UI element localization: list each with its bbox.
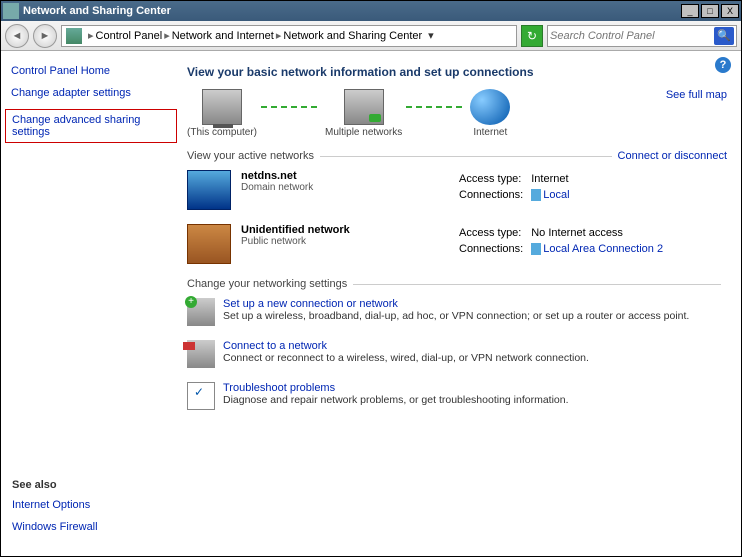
minimize-button[interactable]: _ <box>681 4 699 18</box>
domain-network-icon <box>187 170 231 210</box>
maximize-button[interactable]: □ <box>701 4 719 18</box>
search-box[interactable]: 🔍 <box>547 25 737 47</box>
connection-link[interactable]: Local Area Connection 2 <box>543 243 663 255</box>
network-type: Domain network <box>241 182 313 193</box>
help-icon[interactable]: ? <box>715 57 731 73</box>
sidebar-home-link[interactable]: Control Panel Home <box>11 65 171 77</box>
internet-label: Internet <box>470 127 510 138</box>
see-also-heading: See also <box>12 479 98 491</box>
active-networks-heading: View your active networks <box>187 150 314 162</box>
refresh-button[interactable]: ↻ <box>521 25 543 47</box>
access-type-label: Access type: <box>459 226 529 240</box>
this-computer-icon[interactable] <box>202 89 242 125</box>
sidebar-adapter-link[interactable]: Change adapter settings <box>11 87 171 99</box>
network-map: (This computer) Multiple networks Intern… <box>187 89 510 138</box>
page-title: View your basic network information and … <box>187 65 727 79</box>
breadcrumb-icon <box>66 28 82 44</box>
this-computer-label: (This computer) <box>187 127 257 138</box>
connect-network-icon <box>187 340 215 368</box>
access-type-value: No Internet access <box>531 226 669 240</box>
breadcrumb[interactable]: ▸ Control Panel ▸ Network and Internet ▸… <box>61 25 517 47</box>
network-entry: Unidentified network Public network Acce… <box>187 224 727 264</box>
window-title: Network and Sharing Center <box>23 5 681 17</box>
see-also: See also Internet Options Windows Firewa… <box>12 479 98 543</box>
connections-label: Connections: <box>459 242 529 256</box>
access-type-label: Access type: <box>459 172 529 186</box>
search-icon[interactable]: 🔍 <box>714 27 734 45</box>
task-title[interactable]: Set up a new connection or network <box>223 298 689 310</box>
close-button[interactable]: X <box>721 4 739 18</box>
task-title[interactable]: Connect to a network <box>223 340 589 352</box>
troubleshoot-icon <box>187 382 215 410</box>
task-connect-network[interactable]: Connect to a network Connect or reconnec… <box>187 340 727 368</box>
network-type: Public network <box>241 236 350 247</box>
task-setup-connection[interactable]: Set up a new connection or network Set u… <box>187 298 727 326</box>
connect-disconnect-link[interactable]: Connect or disconnect <box>618 150 727 162</box>
forward-button[interactable]: ► <box>33 24 57 48</box>
navbar: ◄ ► ▸ Control Panel ▸ Network and Intern… <box>1 21 741 51</box>
back-button[interactable]: ◄ <box>5 24 29 48</box>
adapter-icon <box>531 243 541 255</box>
see-also-internet-options[interactable]: Internet Options <box>12 499 98 511</box>
breadcrumb-item[interactable]: Network and Sharing Center <box>283 30 422 42</box>
map-link-line <box>406 106 466 108</box>
adapter-icon <box>531 189 541 201</box>
access-type-value: Internet <box>531 172 575 186</box>
breadcrumb-item[interactable]: Control Panel <box>96 30 163 42</box>
task-title[interactable]: Troubleshoot problems <box>223 382 569 394</box>
task-troubleshoot[interactable]: Troubleshoot problems Diagnose and repai… <box>187 382 727 410</box>
see-full-map-link[interactable]: See full map <box>666 89 727 101</box>
breadcrumb-item[interactable]: Network and Internet <box>172 30 274 42</box>
breadcrumb-dropdown[interactable]: ▾ <box>424 29 438 42</box>
sidebar-sharing-link[interactable]: Change advanced sharing settings <box>5 109 177 143</box>
titlebar: Network and Sharing Center _ □ X <box>1 1 741 21</box>
task-desc: Diagnose and repair network problems, or… <box>223 394 569 406</box>
sidebar: Control Panel Home Change adapter settin… <box>1 51 181 556</box>
map-link-line <box>261 106 321 108</box>
public-network-icon <box>187 224 231 264</box>
setup-connection-icon <box>187 298 215 326</box>
app-icon <box>3 3 19 19</box>
main-panel: ? View your basic network information an… <box>181 51 741 556</box>
connection-link[interactable]: Local <box>543 189 569 201</box>
task-desc: Connect or reconnect to a wireless, wire… <box>223 352 589 364</box>
search-input[interactable] <box>550 30 714 42</box>
connections-label: Connections: <box>459 188 529 202</box>
task-desc: Set up a wireless, broadband, dial-up, a… <box>223 310 689 322</box>
multiple-networks-label: Multiple networks <box>325 127 402 138</box>
network-name: Unidentified network <box>241 224 350 236</box>
change-settings-heading: Change your networking settings <box>187 278 347 290</box>
network-name: netdns.net <box>241 170 313 182</box>
internet-icon[interactable] <box>470 89 510 125</box>
multiple-networks-icon[interactable] <box>344 89 384 125</box>
see-also-windows-firewall[interactable]: Windows Firewall <box>12 521 98 533</box>
network-entry: netdns.net Domain network Access type:In… <box>187 170 727 210</box>
